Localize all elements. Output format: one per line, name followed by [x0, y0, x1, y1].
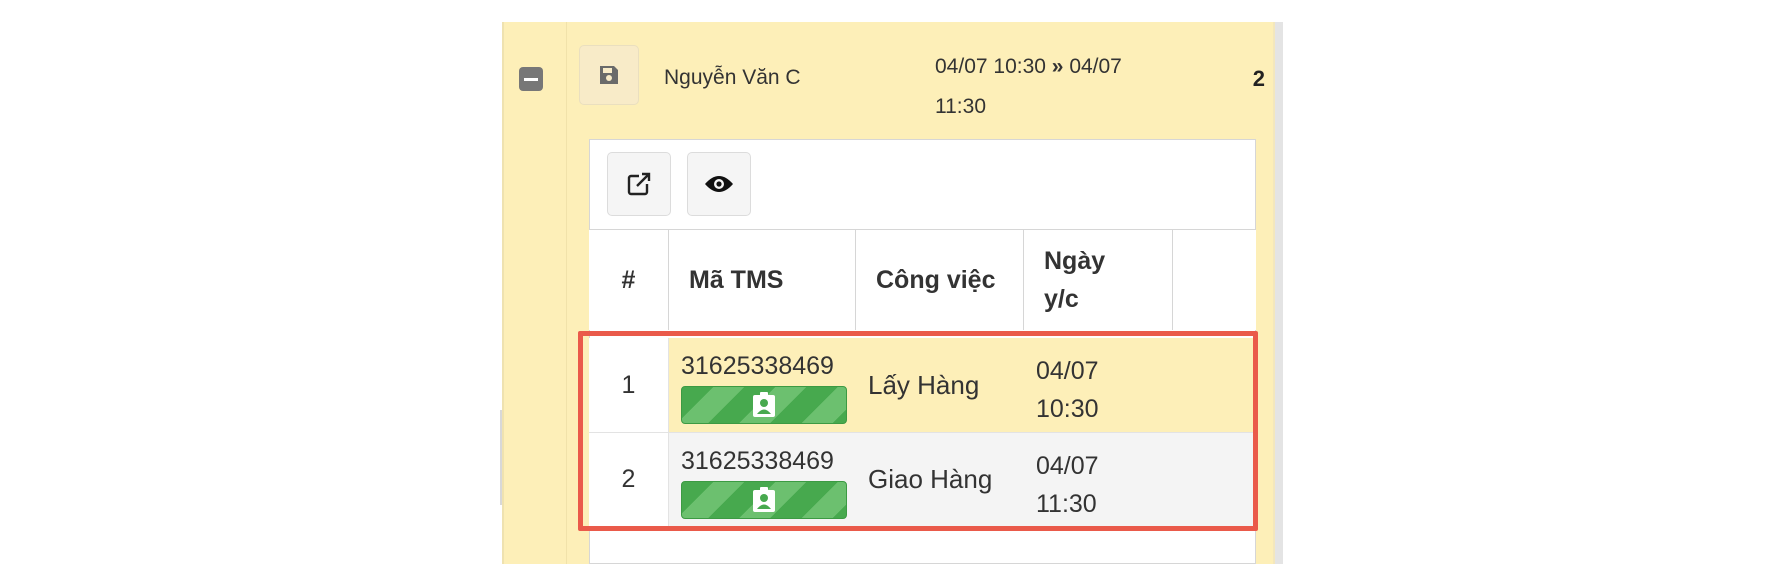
header-task[interactable]: Công việc [856, 230, 1024, 330]
row-index: 1 [589, 338, 669, 432]
driver-badge[interactable] [681, 386, 847, 424]
request-date-day: 04/07 [1036, 357, 1099, 385]
open-external-button[interactable] [607, 152, 671, 216]
task-name: Lấy Hàng [868, 369, 980, 400]
header-request-date-line2: y/c [1044, 285, 1079, 313]
request-date: 04/07 11:30 [1036, 447, 1099, 523]
header-tms-code[interactable]: Mã TMS [669, 230, 856, 330]
floppy-disk-icon [600, 66, 618, 84]
request-date-day: 04/07 [1036, 452, 1099, 480]
driver-badge[interactable] [681, 481, 847, 519]
eye-icon [705, 176, 733, 192]
request-date: 04/07 10:30 [1036, 352, 1099, 428]
contact-card-icon [753, 487, 775, 512]
panel-left-border [502, 22, 504, 564]
panel-right-border [1275, 22, 1283, 564]
double-arrow-icon: » [1051, 55, 1064, 78]
tms-code: 31625338469 [681, 447, 834, 475]
header-index[interactable]: # [589, 230, 669, 330]
time-end-time: 11:30 [935, 95, 986, 118]
table-row[interactable]: 1 31625338469 Lấy Hàng 04/07 10:30 [589, 338, 1256, 432]
row-index: 2 [589, 433, 669, 526]
task-name: Giao Hàng [868, 464, 993, 494]
external-link-icon [627, 172, 651, 196]
tms-code: 31625338469 [681, 352, 834, 380]
owner-name: Nguyễn Văn C [664, 66, 801, 89]
header-request-date[interactable]: Ngày y/c [1024, 230, 1173, 330]
table-row[interactable]: 2 31625338469 Giao Hàng 04/07 11:30 [589, 432, 1256, 526]
time-end-date: 04/07 [1069, 55, 1122, 78]
order-count: 2 [1252, 66, 1265, 91]
view-button[interactable] [687, 152, 751, 216]
time-range: 04/07 10:30 » 04/07 11:30 [935, 47, 1175, 127]
header-request-date-line1: Ngày [1044, 247, 1106, 275]
request-date-time: 11:30 [1036, 490, 1097, 518]
collapse-icon[interactable] [519, 67, 543, 91]
table-header: # Mã TMS Công việc Ngày y/c [589, 229, 1256, 330]
save-button[interactable] [579, 45, 639, 105]
time-start: 04/07 10:30 [935, 55, 1046, 78]
scroll-indicator [500, 410, 502, 505]
contact-card-icon [753, 392, 775, 417]
column-divider [566, 22, 567, 564]
request-date-time: 10:30 [1036, 395, 1099, 423]
